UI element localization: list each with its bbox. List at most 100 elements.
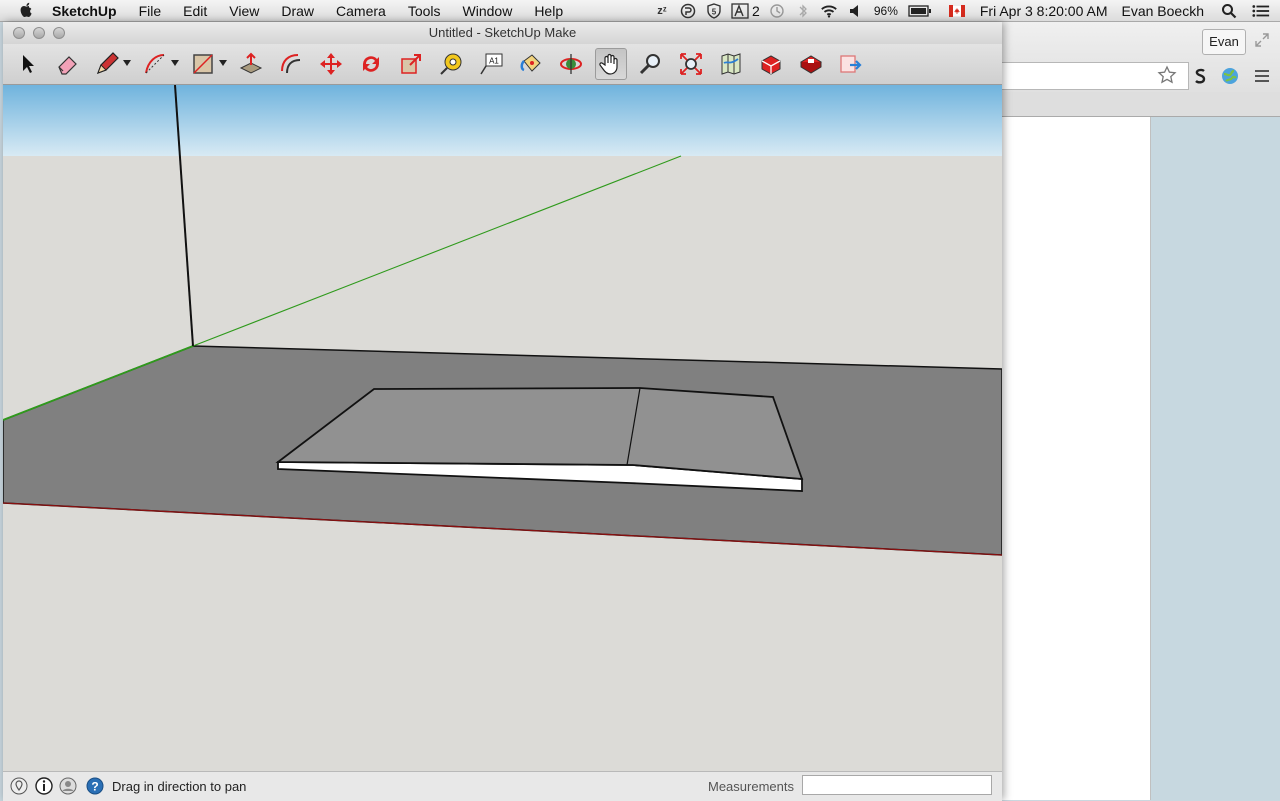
drawing-viewport[interactable] [3, 85, 1002, 771]
browser-menu-icon[interactable] [1254, 68, 1270, 84]
adobe-badge-count: 2 [752, 3, 760, 19]
push-pull-tool-button[interactable] [235, 48, 267, 80]
menubar-user[interactable]: Evan Boeckh [1122, 3, 1205, 19]
pocket-icon[interactable] [679, 3, 697, 19]
close-window-button[interactable] [13, 27, 25, 39]
line-tool-button[interactable] [91, 48, 123, 80]
fullscreen-expand-icon[interactable] [1254, 32, 1270, 48]
window-titlebar[interactable]: Untitled - SketchUp Make [3, 22, 1002, 44]
text-icon: A1 [480, 53, 503, 75]
wifi-icon[interactable] [820, 3, 838, 19]
battery-icon[interactable] [908, 3, 932, 19]
menu-tools[interactable]: Tools [397, 0, 452, 22]
notification-center-icon[interactable] [1252, 3, 1270, 19]
zoom-extents-icon [680, 53, 702, 75]
extension-warehouse-tool-button[interactable] [795, 48, 827, 80]
eraser-tool-button[interactable] [51, 48, 83, 80]
rectangle-icon [193, 54, 213, 74]
zoom-window-button[interactable] [53, 27, 65, 39]
volume-icon[interactable] [846, 3, 864, 19]
rectangle-tool-button[interactable] [187, 48, 219, 80]
apple-menu-icon[interactable] [18, 2, 34, 20]
offset-tool-button[interactable] [275, 48, 307, 80]
minimize-window-button[interactable] [33, 27, 45, 39]
select-tool-button[interactable] [11, 48, 43, 80]
sleep-zz-icon[interactable]: zᶻ [653, 3, 671, 19]
menu-window[interactable]: Window [452, 0, 524, 22]
scene-canvas[interactable] [3, 85, 1002, 771]
paint-bucket-tool-button[interactable] [515, 48, 547, 80]
extension-s-icon[interactable] [1190, 66, 1210, 86]
text-tool-label: A1 [489, 57, 499, 66]
zoom-extents-tool-button[interactable] [675, 48, 707, 80]
pan-tool-button[interactable] [595, 48, 627, 80]
browser-page-content [1002, 117, 1151, 800]
spotlight-search-icon[interactable] [1220, 3, 1238, 19]
bookmark-star-icon[interactable] [1157, 65, 1177, 85]
orbit-icon [560, 54, 582, 74]
scale-tool-button[interactable] [395, 48, 427, 80]
arc-icon [145, 54, 165, 74]
menu-camera[interactable]: Camera [325, 0, 397, 22]
status-message: Drag in direction to pan [112, 779, 247, 794]
browser-bookmarks-bar [1002, 92, 1280, 116]
3d-warehouse-tool-button[interactable] [755, 48, 787, 80]
text-tool-button[interactable]: A1 [475, 48, 507, 80]
extension-icon [800, 55, 822, 74]
geo-location-icon[interactable] [10, 777, 28, 795]
menu-view[interactable]: View [218, 0, 270, 22]
time-machine-icon[interactable] [768, 3, 786, 19]
measurements-label: Measurements [708, 779, 794, 794]
window-title: Untitled - SketchUp Make [428, 25, 577, 40]
battery-percent: 96% [873, 4, 898, 18]
move-tool-button[interactable] [315, 48, 347, 80]
share-icon [840, 55, 862, 73]
share-model-tool-button[interactable] [835, 48, 867, 80]
rotate-tool-button[interactable] [355, 48, 387, 80]
menu-app-sketchup[interactable]: SketchUp [46, 0, 128, 22]
offset-icon [281, 54, 301, 74]
zoom-tool-button[interactable] [635, 48, 667, 80]
arc-tool-dropdown-icon[interactable] [171, 60, 179, 66]
menu-draw[interactable]: Draw [270, 0, 325, 22]
tape-measure-tool-button[interactable] [435, 48, 467, 80]
main-toolbar: A1 [3, 44, 1002, 85]
rectangle-tool-dropdown-icon[interactable] [219, 60, 227, 66]
magnifier-icon [639, 54, 660, 75]
canada-flag-icon[interactable] [948, 3, 966, 19]
move-arrows-icon [320, 53, 342, 75]
eraser-icon [58, 56, 77, 75]
user-account-icon[interactable] [59, 777, 77, 795]
browser-profile-button[interactable]: Evan [1202, 29, 1246, 55]
bluetooth-icon[interactable] [794, 3, 812, 19]
sketchup-window: Untitled - SketchUp Make A1 ? Drag in di… [3, 22, 1002, 801]
paint-bucket-icon [520, 54, 541, 72]
extension-globe-icon[interactable] [1220, 66, 1240, 86]
browser-toolbar: Evan [1002, 22, 1280, 117]
pencil-icon [96, 52, 119, 75]
svg-text:?: ? [91, 780, 98, 794]
push-pull-icon [239, 52, 263, 74]
warehouse-icon [761, 55, 781, 75]
menubar-clock[interactable]: Fri Apr 3 8:20:00 AM [980, 3, 1108, 19]
scale-icon [401, 54, 421, 74]
warehouse-tool-button[interactable] [715, 48, 747, 80]
shield-s-icon[interactable]: 5 [705, 3, 723, 19]
instructor-help-icon[interactable]: ? [86, 777, 104, 795]
adobe-icon[interactable]: 2 [731, 3, 760, 19]
orbit-tool-button[interactable] [555, 48, 587, 80]
menu-edit[interactable]: Edit [172, 0, 218, 22]
line-tool-dropdown-icon[interactable] [123, 60, 131, 66]
tape-measure-icon [440, 53, 462, 75]
mac-menubar: SketchUp File Edit View Draw Camera Tool… [0, 0, 1280, 22]
arrow-cursor-icon [23, 55, 34, 73]
credits-info-icon[interactable] [35, 777, 53, 795]
arc-tool-button[interactable] [139, 48, 171, 80]
measurements-input[interactable] [802, 775, 992, 795]
sky [3, 85, 1002, 156]
rotate-icon [363, 56, 379, 72]
menu-help[interactable]: Help [523, 0, 574, 22]
menu-file[interactable]: File [128, 0, 173, 22]
svg-text:5: 5 [712, 8, 717, 17]
map-icon [721, 53, 741, 75]
